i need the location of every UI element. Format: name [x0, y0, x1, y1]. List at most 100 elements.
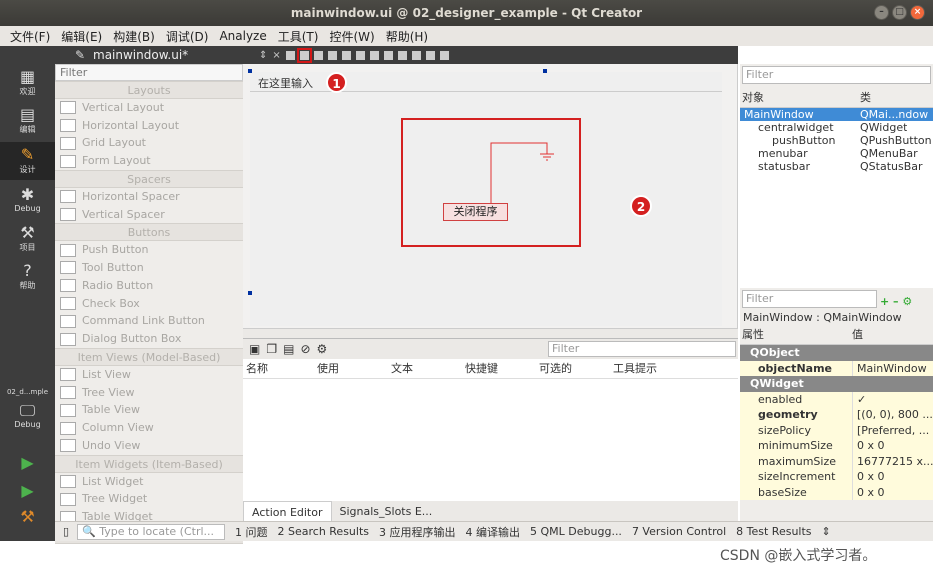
widget-category[interactable]: Item Views (Model-Based): [55, 347, 243, 366]
widget-category[interactable]: Layouts: [55, 81, 243, 99]
form-menubar[interactable]: 在这里输入: [250, 72, 722, 92]
menu-analyze[interactable]: Analyze: [219, 29, 266, 43]
run-button[interactable]: ▶: [0, 454, 55, 472]
col-value[interactable]: 值: [852, 325, 863, 344]
property-row[interactable]: objectName MainWindow: [740, 360, 933, 376]
dropdown-icon[interactable]: ⇕: [259, 50, 267, 61]
widget-item[interactable]: Undo View: [55, 437, 243, 455]
close-program-button[interactable]: 关闭程序: [443, 203, 508, 221]
mode-edit[interactable]: ▤ 编辑: [0, 106, 55, 135]
property-row[interactable]: minimumSize 0 x 0: [740, 438, 933, 454]
mode-debug[interactable]: ✱ Debug: [0, 186, 55, 214]
col-shortcut[interactable]: 快捷键: [465, 359, 539, 378]
selection-handle[interactable]: [248, 291, 252, 295]
widget-category[interactable]: Buttons: [55, 223, 243, 242]
pane-test-results[interactable]: 8 Test Results: [736, 525, 811, 538]
property-value[interactable]: [Preferred, ...: [852, 422, 933, 438]
widget-item[interactable]: Push Button: [55, 241, 243, 259]
widget-item[interactable]: Horizontal Spacer: [55, 188, 243, 206]
property-row[interactable]: geometry [(0, 0), 800 ...: [740, 407, 933, 423]
widget-item[interactable]: Tool Button: [55, 259, 243, 277]
menu-widgets[interactable]: 控件(W): [329, 28, 374, 45]
col-checkable[interactable]: 可选的: [539, 359, 613, 378]
property-row[interactable]: maximumSize 16777215 x...: [740, 453, 933, 469]
locator-input[interactable]: 🔍 Type to locate (Ctrl...: [77, 523, 225, 540]
kit-target[interactable]: 🖵 Debug: [0, 402, 55, 430]
selection-handle[interactable]: [543, 69, 547, 73]
menu-tools[interactable]: 工具(T): [278, 28, 319, 45]
col-object[interactable]: 对象: [740, 88, 860, 107]
object-tree-row[interactable]: pushButton QPushButton: [740, 134, 933, 147]
property-filter-input[interactable]: Filter: [742, 290, 877, 308]
property-value[interactable]: 16777215 x...: [852, 453, 933, 469]
sidebar-toggle-icon[interactable]: ▯: [55, 525, 77, 538]
object-tree-row[interactable]: centralwidget QWidget: [740, 121, 933, 134]
widget-item[interactable]: Command Link Button: [55, 312, 243, 330]
pane-issues[interactable]: 1 问题: [235, 524, 268, 540]
mode-welcome[interactable]: ▦ 欢迎: [0, 68, 55, 97]
property-category[interactable]: QWidget: [740, 376, 933, 392]
object-tree-row[interactable]: menubar QMenuBar: [740, 147, 933, 160]
menu-type-here[interactable]: 在这里输入: [258, 75, 313, 91]
widget-item[interactable]: Radio Button: [55, 277, 243, 295]
col-property[interactable]: 属性: [740, 325, 852, 344]
widget-item[interactable]: Tree Widget: [55, 490, 243, 508]
widget-item[interactable]: List View: [55, 366, 243, 384]
col-used[interactable]: 使用: [317, 359, 391, 378]
menu-edit[interactable]: 编辑(E): [61, 28, 102, 45]
property-row[interactable]: enabled ✓: [740, 391, 933, 407]
property-row[interactable]: sizePolicy [Preferred, ...: [740, 422, 933, 438]
property-value[interactable]: [(0, 0), 800 ...: [852, 407, 933, 423]
edit-tab-order-icon[interactable]: [327, 50, 337, 60]
kit-selector[interactable]: 02_d...mple: [0, 388, 55, 396]
edit-widgets-icon[interactable]: [285, 50, 295, 60]
layout-horizontal-icon[interactable]: [341, 50, 351, 60]
menu-debug[interactable]: 调试(D): [166, 28, 209, 45]
widget-item[interactable]: Grid Layout: [55, 134, 243, 152]
widget-item[interactable]: Column View: [55, 419, 243, 437]
widget-item[interactable]: Form Layout: [55, 152, 243, 170]
property-row[interactable]: baseSize 0 x 0: [740, 484, 933, 500]
widget-item[interactable]: Tree View: [55, 384, 243, 402]
widget-item[interactable]: Check Box: [55, 295, 243, 313]
widget-item[interactable]: Table View: [55, 401, 243, 419]
widget-item[interactable]: List Widget: [55, 473, 243, 491]
widget-item[interactable]: Horizontal Layout: [55, 117, 243, 135]
new-action-icon[interactable]: ▣: [249, 342, 260, 356]
widgetbox-filter[interactable]: Filter: [55, 64, 243, 81]
debug-run-button[interactable]: ▶: [0, 482, 55, 500]
add-property-icon[interactable]: + – ⚙: [880, 295, 912, 308]
property-value[interactable]: 0 x 0: [852, 469, 933, 485]
menu-build[interactable]: 构建(B): [113, 28, 155, 45]
property-value[interactable]: ✓: [852, 391, 933, 407]
pane-version-control[interactable]: 7 Version Control: [632, 525, 726, 538]
col-class[interactable]: 类: [860, 88, 871, 107]
canvas-scrollbar[interactable]: [243, 328, 738, 338]
copy-action-icon[interactable]: ❐: [266, 342, 277, 356]
mode-help[interactable]: ? 帮助: [0, 262, 55, 291]
property-value[interactable]: MainWindow: [852, 360, 933, 376]
settings-gear-icon[interactable]: ⚙: [317, 342, 328, 356]
close-icon[interactable]: ×: [910, 5, 925, 20]
menu-file[interactable]: 文件(F): [10, 28, 50, 45]
widget-item[interactable]: Vertical Layout: [55, 99, 243, 117]
edit-signals-slots-icon[interactable]: [296, 47, 312, 63]
property-value[interactable]: 0 x 0: [852, 484, 933, 500]
mode-projects[interactable]: ⚒ 项目: [0, 224, 55, 253]
layout-grid-icon[interactable]: [411, 50, 421, 60]
menu-help[interactable]: 帮助(H): [386, 28, 428, 45]
pane-more-icon[interactable]: ⇕: [822, 525, 831, 538]
col-name[interactable]: 名称: [243, 359, 317, 378]
pane-app-output[interactable]: 3 应用程序输出: [379, 524, 456, 540]
document-tab[interactable]: ✎ mainwindow.ui*: [55, 46, 243, 64]
widget-item[interactable]: Dialog Button Box: [55, 330, 243, 348]
property-row[interactable]: sizeIncrement 0 x 0: [740, 469, 933, 485]
layout-form-icon[interactable]: [397, 50, 407, 60]
layout-vertical-icon[interactable]: [355, 50, 365, 60]
selection-handle[interactable]: [248, 69, 252, 73]
col-text[interactable]: 文本: [391, 359, 465, 378]
object-filter-input[interactable]: Filter: [742, 66, 931, 84]
pane-compile-output[interactable]: 4 编译输出: [466, 524, 521, 540]
widget-category[interactable]: Item Widgets (Item-Based): [55, 454, 243, 473]
build-button[interactable]: ⚒: [0, 508, 55, 526]
